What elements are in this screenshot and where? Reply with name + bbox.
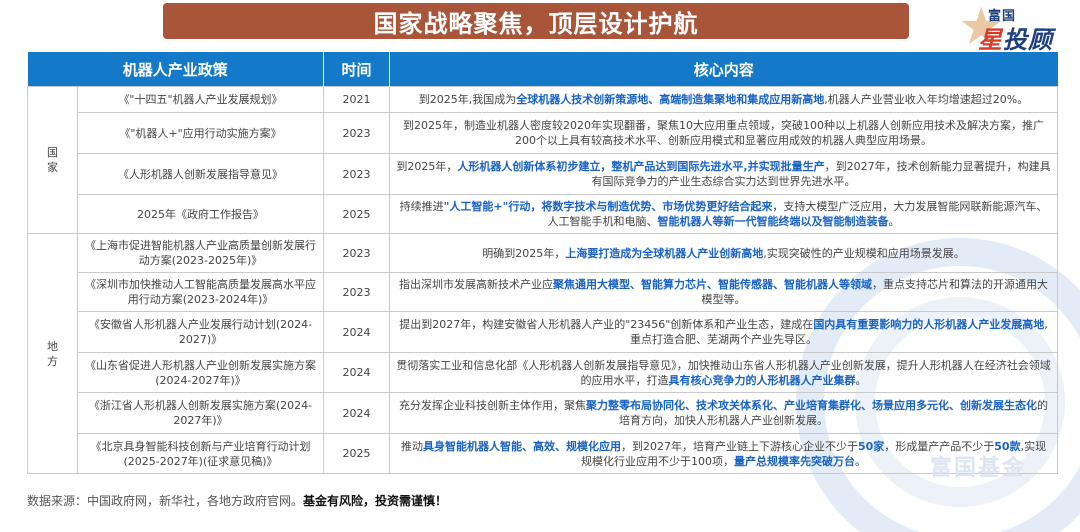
policy-cell: 《人形机器人创新发展指导意见》	[76, 153, 325, 195]
year-cell: 2023	[323, 272, 391, 312]
region-cell: 国家	[27, 86, 78, 234]
table-header-row: 机器人产业政策 时间 核心内容	[27, 52, 1058, 87]
content-text: 到2025年，制造业机器人密度较2020年实现翻番，聚焦10大应用重点领域，突破…	[403, 119, 1044, 147]
table-row: 《"机器人+"应用行动实施方案》 2023 到2025年，制造业机器人密度较2020…	[28, 112, 1059, 154]
policy-cell: 《北京具身智能科技创新与产业培育行动计划(2025-2027年)(征求意见稿)》	[76, 433, 325, 474]
policy-cell: 《上海市促进智能机器人产业高质量创新发展行动方案(2023-2025年)》	[76, 233, 325, 273]
table-row: 《浙江省人形机器人创新发展实施方案(2024-2027年)》 2024 充分发挥企业…	[28, 392, 1059, 434]
content-text: 。	[888, 215, 900, 228]
table-row: 地方《上海市促进智能机器人产业高质量创新发展行动方案(2023-2025年)》 2…	[27, 233, 1059, 474]
year-cell: 2024	[323, 311, 391, 353]
highlight-text: 聚焦通用大模型、智能算力芯片、智能传感器、智能机器人等领域	[553, 278, 873, 291]
content-cell: 到2025年，制造业机器人密度较2020年实现翻番，聚焦10大应用重点领域，突破…	[389, 112, 1059, 154]
watermark-text: 富国基金	[930, 456, 1027, 481]
table-row: 2025年《政府工作报告》 2025 持续推进"人工智能+"行动，将数字技术与制造优…	[28, 194, 1059, 234]
year-cell: 2024	[323, 352, 391, 393]
highlight-text: 50家	[857, 439, 885, 453]
table-row: 《山东省促进人形机器人产业创新发展实施方案(2024-2027年)》 2024 贯彻…	[28, 352, 1059, 393]
highlight-text: 量产总规模率先突破万台	[734, 454, 856, 468]
table-row: 《人形机器人创新发展指导意见》 2023 到2025年，人形机器人创新体系初步建立，…	[28, 153, 1059, 195]
highlight-text: 全球机器人技术创新策源地、高端制造集聚地和集成应用新高地	[516, 93, 825, 106]
region-cell: 地方	[27, 233, 78, 474]
highlight-text: 国内具有重要影响力的人形机器人产业发展高地	[813, 318, 1045, 331]
brand-logo: ★ 富国 星投顾	[958, 1, 1068, 54]
content-text: 。	[855, 373, 867, 387]
content-text: 指出深圳市发展高新技术产业应	[399, 278, 554, 291]
content-text: 推动	[400, 439, 423, 453]
header-content: 核心内容	[389, 52, 1058, 87]
policy-cell: 《"机器人+"应用行动实施方案》	[76, 112, 325, 154]
content-text: 到2025年,我国成为	[418, 93, 517, 106]
content-text: 充分发挥企业科技创新主体作用，聚焦	[399, 399, 587, 412]
header-year: 时间	[323, 52, 391, 87]
highlight-text: 聚力整零布局协同化、技术攻关体系化、产业培育集群化、场景应用多元化、创新发展生态…	[586, 399, 1038, 412]
year-cell: 2024	[323, 392, 391, 434]
policy-cell: 2025年《政府工作报告》	[76, 194, 325, 234]
logo-big-text: 星投顾	[978, 26, 1053, 54]
content-cell: 指出深圳市发展高新技术产业应聚焦通用大模型、智能算力芯片、智能传感器、智能机器人…	[389, 272, 1059, 312]
content-text: 到2025年，	[396, 160, 458, 173]
year-cell: 2023	[323, 233, 391, 273]
content-text: ，到2027年，培育产业链上下游核心企业不少于	[620, 439, 858, 453]
content-cell: 贯彻落实工业和信息化部《人形机器人创新发展指导意见》，加快推动山东省人形机器人产…	[389, 352, 1059, 393]
title-banner: 国家战略聚焦，顶层设计护航	[163, 3, 909, 39]
year-cell: 2023	[323, 153, 391, 195]
content-text: 。	[855, 454, 867, 468]
highlight-text: "人工智能+"行动，将数字技术与制造优势、市场优势更好结合起来	[443, 200, 773, 213]
content-text: 提出到2027年，构建安徽省人形机器人产业的"23456"创新体系和产业生态，建…	[399, 318, 814, 331]
table-row: 国家《"十四五"机器人产业发展规划》 2021 到2025年,我国成为全球机器人技术…	[27, 86, 1059, 234]
content-cell: 到2025年,我国成为全球机器人技术创新策源地、高端制造集聚地和集成应用新高地,…	[389, 86, 1059, 113]
content-cell: 持续推进"人工智能+"行动，将数字技术与制造优势、市场优势更好结合起来，支持大模…	[389, 194, 1059, 234]
policy-cell: 《深圳市加快推动人工智能高质量发展高水平应用行动方案(2023-2024年)》	[76, 272, 325, 312]
policy-cell: 《浙江省人形机器人创新发展实施方案(2024-2027年)》	[76, 392, 325, 434]
policy-cell: 《山东省促进人形机器人产业创新发展实施方案(2024-2027年)》	[76, 352, 325, 393]
highlight-text: 具有核心竞争力的人形机器人产业集群	[668, 373, 856, 387]
content-text: ,机器人产业营业收入年均增速超过20%。	[824, 93, 1029, 106]
highlight-text: 智能机器人等新一代智能终端以及智能制造装备	[657, 215, 889, 228]
policy-table: 机器人产业政策 时间 核心内容 国家《"十四五"机器人产业发展规划》 2021 到2…	[27, 52, 1059, 474]
footer-note: 数据来源：中国政府网，新华社，各地方政府官网。基金有风险，投资需谨慎！	[27, 492, 447, 509]
year-cell: 2021	[323, 86, 391, 113]
content-cell: 明确到2025年，上海要打造成为全球机器人产业创新高地,实现突破性的产业规模和应…	[389, 233, 1059, 273]
year-cell: 2025	[323, 433, 391, 474]
content-cell: 充分发挥企业科技创新主体作用，聚焦聚力整零布局协同化、技术攻关体系化、产业培育集…	[389, 392, 1059, 434]
policy-cell: 《"十四五"机器人产业发展规划》	[76, 86, 325, 113]
policy-cell: 《安徽省人形机器人产业发展行动计划(2024-2027)》	[76, 311, 325, 353]
table-row: 《安徽省人形机器人产业发展行动计划(2024-2027)》 2024 提出到2027…	[28, 311, 1059, 353]
content-text: 明确到2025年，	[482, 246, 566, 260]
content-text: 持续推进	[399, 200, 444, 213]
highlight-text: 人形机器人创新体系初步建立，整机产品达到国际先进水平,并实现批量生产	[457, 160, 825, 173]
highlight-text: 具身智能机器人智能、高效、规模化应用	[422, 439, 621, 453]
footer-source: 数据来源：中国政府网，新华社，各地方政府官网。	[27, 494, 304, 508]
year-cell: 2023	[323, 112, 391, 154]
header-policy: 机器人产业政策	[27, 52, 325, 87]
page-title: 国家战略聚焦，顶层设计护航	[373, 9, 699, 38]
footer-warning: 基金有风险，投资需谨慎！	[303, 494, 448, 508]
content-text: ,实现突破性的产业规模和应用场景发展。	[763, 246, 965, 260]
table-row: 《北京具身智能科技创新与产业培育行动计划(2025-2027年)(征求意见稿)》…	[28, 433, 1059, 474]
highlight-text: 上海要打造成为全球机器人产业创新高地	[565, 246, 764, 260]
year-cell: 2025	[323, 194, 391, 234]
content-cell: 提出到2027年，构建安徽省人形机器人产业的"23456"创新体系和产业生态，建…	[389, 311, 1059, 353]
table-row: 《深圳市加快推动人工智能高质量发展高水平应用行动方案(2023-2024年)》 2…	[28, 272, 1059, 312]
content-cell: 到2025年，人形机器人创新体系初步建立，整机产品达到国际先进水平,并实现批量生…	[389, 153, 1059, 195]
